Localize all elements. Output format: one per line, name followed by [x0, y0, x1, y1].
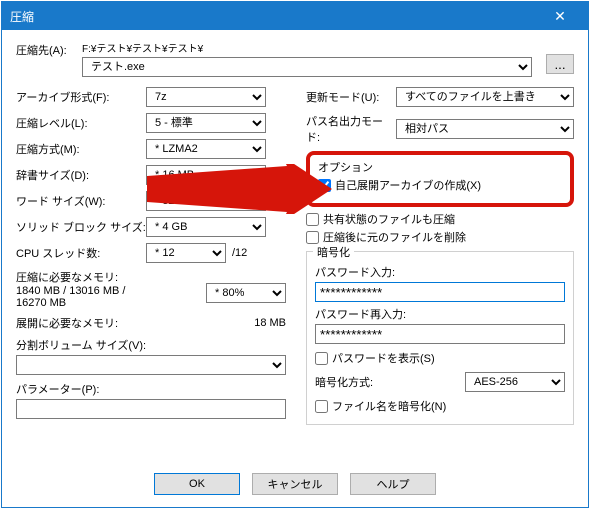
archive-directory: F:¥テスト¥テスト¥テスト¥ — [82, 40, 540, 55]
compression-method-select[interactable]: * LZMA2 — [146, 139, 266, 159]
cpu-threads-label: CPU スレッド数: — [16, 245, 146, 261]
password-confirm-label: パスワード再入力: — [315, 306, 565, 322]
show-password-checkbox[interactable] — [315, 352, 328, 365]
mem-compress-select[interactable]: * 80% — [206, 283, 286, 303]
content-area: 圧縮先(A): F:¥テスト¥テスト¥テスト¥ テスト.exe ... アーカイ… — [2, 30, 588, 507]
left-column: アーカイブ形式(F): 7z 圧縮レベル(L): 5 - 標準 圧縮方式(M):… — [16, 87, 286, 425]
mem-decompress-value: 18 MB — [146, 317, 286, 329]
help-button[interactable]: ヘルプ — [350, 473, 436, 495]
encrypt-filenames-label: ファイル名を暗号化(N) — [332, 398, 446, 414]
parameters-input[interactable] — [16, 399, 286, 419]
parameters-label: パラメーター(P): — [16, 381, 286, 397]
word-size-label: ワード サイズ(W): — [16, 193, 146, 209]
password-confirm-input[interactable] — [315, 324, 565, 344]
close-icon[interactable]: ✕ — [540, 2, 580, 30]
solid-block-size-select[interactable]: * 4 GB — [146, 217, 266, 237]
compression-level-label: 圧縮レベル(L): — [16, 115, 146, 131]
dictionary-size-select[interactable]: * 16 MB — [146, 165, 266, 185]
encrypt-filenames-checkbox[interactable] — [315, 400, 328, 413]
show-password-label: パスワードを表示(S) — [332, 350, 435, 366]
archive-format-select[interactable]: 7z — [146, 87, 266, 107]
mem-decompress-label: 展開に必要なメモリ: — [16, 315, 146, 331]
compression-method-label: 圧縮方式(M): — [16, 141, 146, 157]
dictionary-size-label: 辞書サイズ(D): — [16, 167, 146, 183]
titlebar: 圧縮 ✕ — [2, 2, 588, 30]
password-input[interactable] — [315, 282, 565, 302]
mem-compress-sub: 1840 MB / 13016 MB / 16270 MB — [16, 285, 146, 309]
mem-compress-label: 圧縮に必要なメモリ: — [16, 269, 146, 285]
archive-path-label: 圧縮先(A): — [16, 40, 76, 58]
sfx-label: 自己展開アーカイブの作成(X) — [335, 177, 481, 193]
word-size-select[interactable]: * 32 — [146, 191, 266, 211]
password-label: パスワード入力: — [315, 264, 565, 280]
sfx-checkbox[interactable] — [318, 179, 331, 192]
encryption-method-select[interactable]: AES-256 — [465, 372, 565, 392]
encryption-method-label: 暗号化方式: — [315, 374, 465, 390]
right-column: 更新モード(U): すべてのファイルを上書き パス名出力モード: 相対パス オプ… — [306, 87, 574, 425]
ok-button[interactable]: OK — [154, 473, 240, 495]
button-bar: OK キャンセル ヘルプ — [2, 473, 588, 495]
cpu-threads-max: /12 — [232, 247, 247, 259]
browse-button[interactable]: ... — [546, 54, 574, 74]
encryption-title: 暗号化 — [313, 244, 354, 260]
archive-filename-combo[interactable]: テスト.exe — [82, 57, 532, 77]
archive-format-label: アーカイブ形式(F): — [16, 89, 146, 105]
update-mode-select[interactable]: すべてのファイルを上書き — [396, 87, 574, 107]
split-volume-label: 分割ボリューム サイズ(V): — [16, 337, 286, 353]
shared-files-label: 共有状態のファイルも圧縮 — [323, 211, 455, 227]
delete-after-label: 圧縮後に元のファイルを削除 — [323, 229, 466, 245]
solid-block-size-label: ソリッド ブロック サイズ: — [16, 219, 146, 235]
path-mode-select[interactable]: 相対パス — [396, 119, 574, 139]
path-mode-label: パス名出力モード: — [306, 113, 396, 145]
window-title: 圧縮 — [10, 8, 540, 25]
encryption-group: 暗号化 パスワード入力: パスワード再入力: パスワードを表示(S) 暗号化方式… — [306, 251, 574, 425]
delete-after-checkbox[interactable] — [306, 231, 319, 244]
split-volume-select[interactable] — [16, 355, 286, 375]
compression-level-select[interactable]: 5 - 標準 — [146, 113, 266, 133]
options-highlight-box: オプション 自己展開アーカイブの作成(X) — [306, 151, 574, 207]
options-title: オプション — [318, 159, 562, 175]
shared-files-checkbox[interactable] — [306, 213, 319, 226]
cpu-threads-select[interactable]: * 12 — [146, 243, 226, 263]
cancel-button[interactable]: キャンセル — [252, 473, 338, 495]
update-mode-label: 更新モード(U): — [306, 89, 396, 105]
dialog-window: 圧縮 ✕ 圧縮先(A): F:¥テスト¥テスト¥テスト¥ テスト.exe ... — [1, 1, 589, 508]
